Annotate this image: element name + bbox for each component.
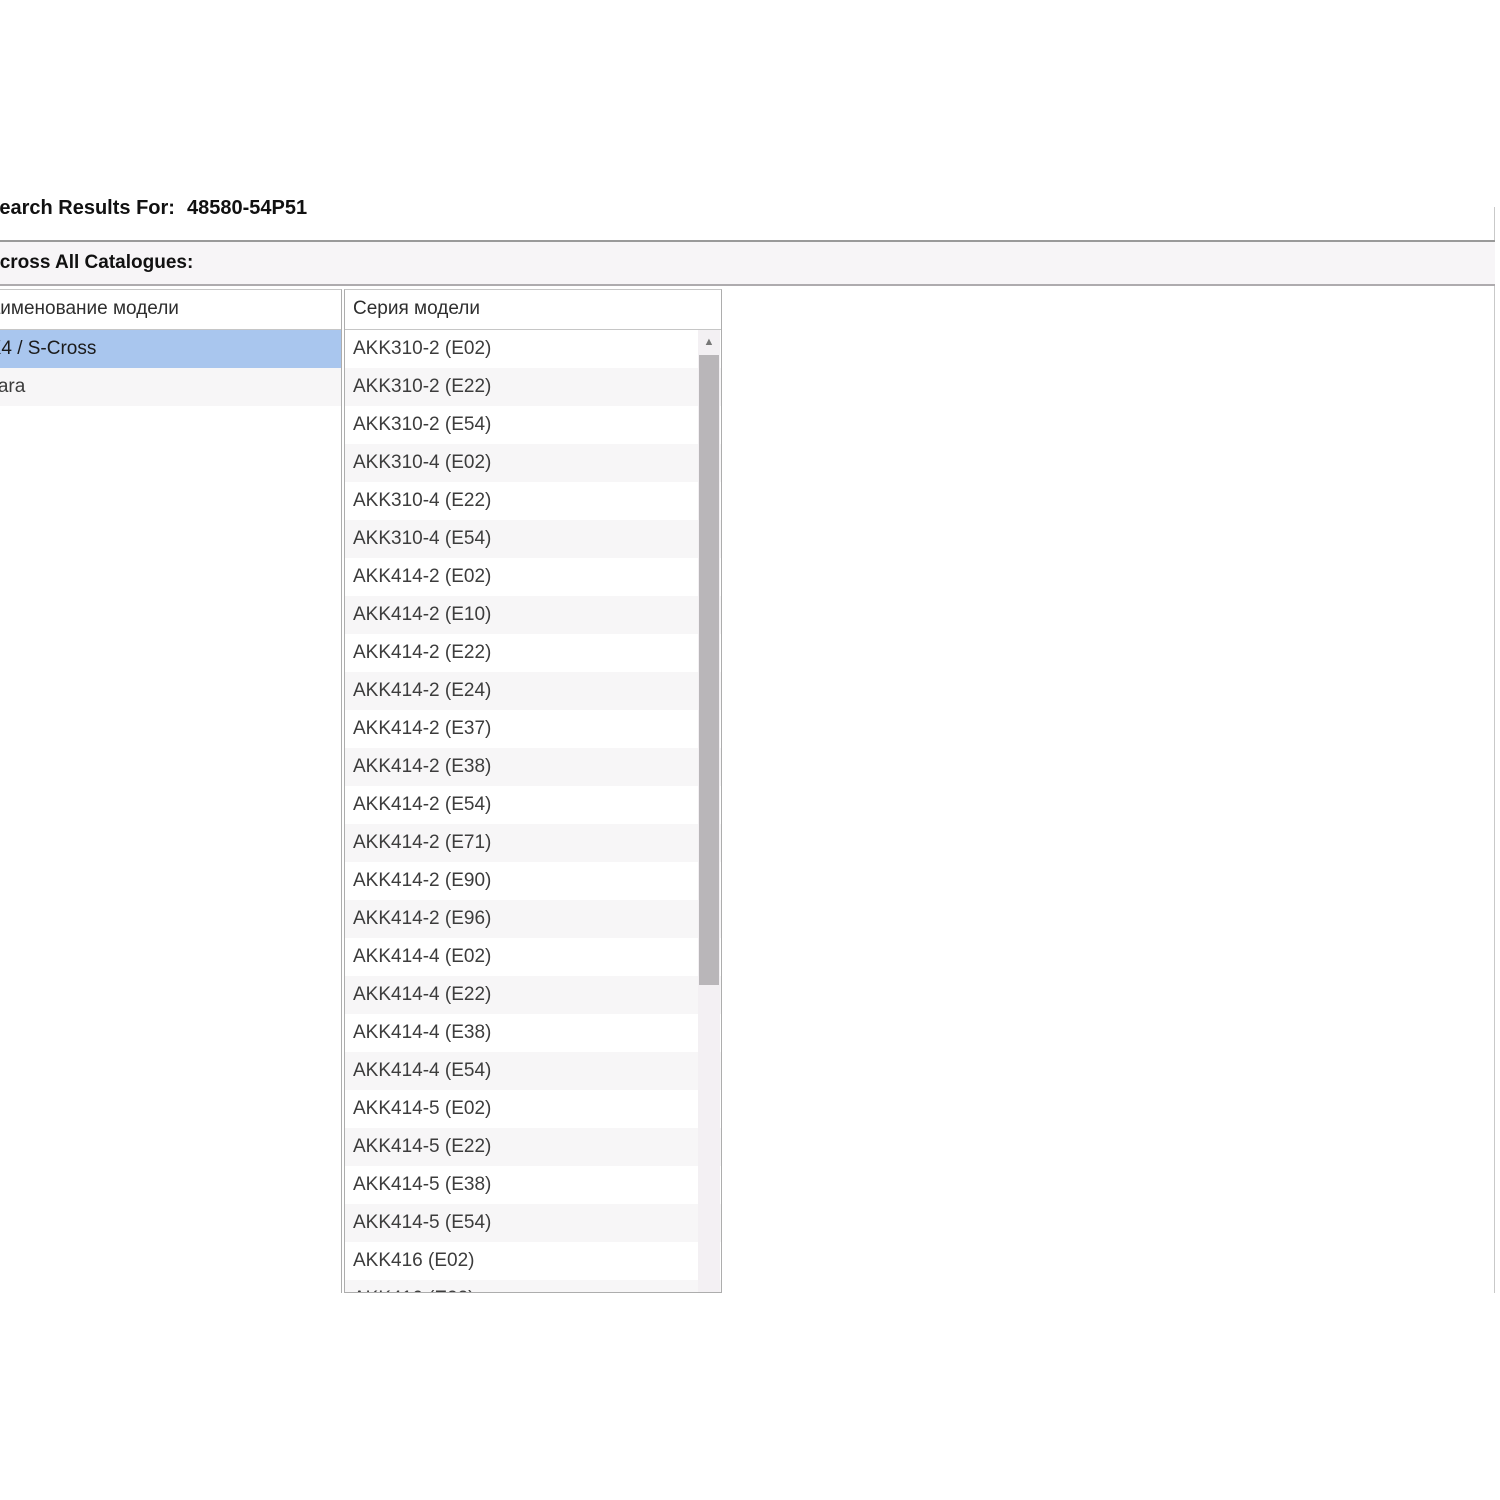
series-row[interactable]: AKK414-2 (E54) — [345, 786, 721, 824]
series-row[interactable]: AKK414-5 (E54) — [345, 1204, 721, 1242]
searched-part-number: 48580-54P51 — [187, 197, 307, 219]
series-row[interactable]: AKK414-2 (E90) — [345, 862, 721, 900]
series-row[interactable]: AKK414-2 (E22) — [345, 634, 721, 672]
series-column-header: Серия модели — [345, 290, 721, 330]
series-row[interactable]: AKK414-2 (E71) — [345, 824, 721, 862]
series-row[interactable]: AKK414-2 (E10) — [345, 596, 721, 634]
series-row[interactable]: AKK310-2 (E22) — [345, 368, 721, 406]
series-row[interactable]: AKK310-4 (E22) — [345, 482, 721, 520]
results-panel-border — [1494, 207, 1495, 1293]
series-row[interactable]: AKK310-2 (E02) — [345, 330, 721, 368]
series-row[interactable]: AKK414-5 (E02) — [345, 1090, 721, 1128]
model-list: SX4 / S-CrossVitara — [0, 330, 341, 406]
browser-viewport: Search Results For: 48580-54P51 Across Al… — [0, 0, 1500, 1500]
series-row[interactable]: AKK414-4 (E38) — [345, 1014, 721, 1052]
search-results-page: Search Results For: 48580-54P51 Across Al… — [0, 0, 1500, 1500]
series-row[interactable]: AKK414-2 (E02) — [345, 558, 721, 596]
scroll-up-icon: ▲ — [704, 336, 715, 348]
series-row[interactable]: AKK416 (E02) — [345, 1242, 721, 1280]
series-row[interactable]: AKK414-2 (E96) — [345, 900, 721, 938]
scroll-up-button[interactable]: ▲ — [698, 330, 720, 354]
page-title: Search Results For: 48580-54P51 — [0, 197, 307, 220]
series-row[interactable]: AKK414-4 (E54) — [345, 1052, 721, 1090]
model-name-column: Наименование модели SX4 / S-CrossVitara — [0, 289, 342, 1293]
series-row[interactable]: AKK414-5 (E38) — [345, 1166, 721, 1204]
series-row[interactable]: AKK416 (E22) — [345, 1280, 721, 1293]
model-series-column: Серия модели AKK310-2 (E02)AKK310-2 (E22… — [344, 289, 722, 1293]
section-band: Across All Catalogues: — [0, 240, 1495, 286]
series-row[interactable]: AKK414-4 (E02) — [345, 938, 721, 976]
series-row[interactable]: AKK414-2 (E38) — [345, 748, 721, 786]
series-row[interactable]: AKK310-4 (E02) — [345, 444, 721, 482]
series-scrollbar[interactable]: ▲ — [698, 330, 720, 1293]
series-row[interactable]: AKK414-2 (E24) — [345, 672, 721, 710]
series-row[interactable]: AKK414-5 (E22) — [345, 1128, 721, 1166]
series-row[interactable]: AKK414-2 (E37) — [345, 710, 721, 748]
series-row[interactable]: AKK414-4 (E22) — [345, 976, 721, 1014]
series-list: AKK310-2 (E02)AKK310-2 (E22)AKK310-2 (E5… — [345, 330, 721, 1293]
model-row[interactable]: Vitara — [0, 368, 341, 406]
model-column-header: Наименование модели — [0, 290, 341, 330]
section-band-label: Across All Catalogues: — [0, 252, 193, 274]
series-row[interactable]: AKK310-2 (E54) — [345, 406, 721, 444]
scrollbar-thumb[interactable] — [699, 355, 719, 985]
model-row[interactable]: SX4 / S-Cross — [0, 330, 341, 368]
series-row[interactable]: AKK310-4 (E54) — [345, 520, 721, 558]
page-title-label: Search Results For: — [0, 197, 175, 219]
